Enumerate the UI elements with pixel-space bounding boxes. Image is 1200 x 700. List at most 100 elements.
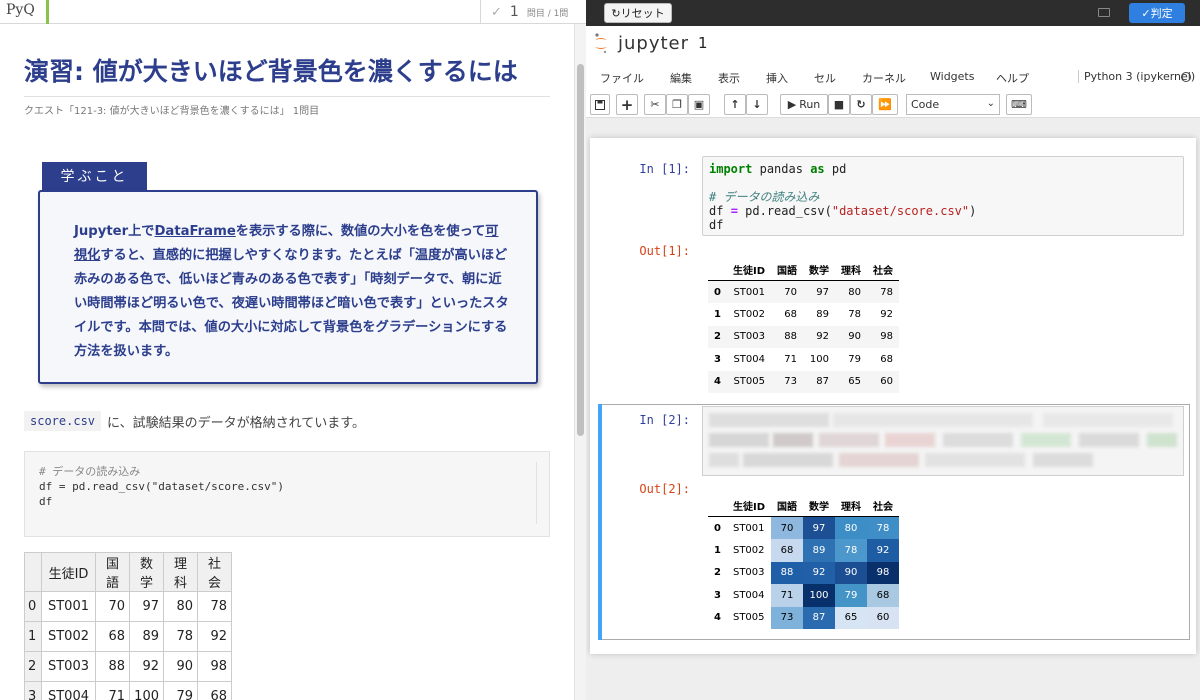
- table-cell: 92: [197, 621, 232, 652]
- menu-cell[interactable]: セル: [814, 70, 836, 86]
- example-code-block[interactable]: # データの読み込み df = pd.read_csv("dataset/sco…: [24, 451, 550, 537]
- jupyter-header: jupyter 1 ファイル 編集 表示 挿入 セル カーネル Widgets …: [586, 26, 1200, 118]
- move-up-button[interactable]: ↑: [724, 94, 746, 115]
- copy-button[interactable]: ❐: [666, 94, 688, 115]
- menu-file[interactable]: ファイル: [600, 70, 644, 86]
- interrupt-button[interactable]: ■: [828, 94, 850, 115]
- table-cell: 71: [95, 681, 130, 700]
- exercise-scrollbar[interactable]: [574, 24, 586, 700]
- import-alias: pd: [831, 162, 847, 176]
- df-cell: 92: [880, 308, 893, 320]
- df-header: 数学: [803, 258, 835, 281]
- df-cell: 92: [816, 331, 829, 343]
- save-button[interactable]: [590, 94, 610, 115]
- table-cell: 89: [129, 621, 164, 652]
- menu-insert[interactable]: 挿入: [766, 70, 788, 86]
- arrow-up-icon: ↑: [730, 98, 740, 111]
- quest-breadcrumb: クエスト「121-3: 値が大きいほど背景色を濃くするには」 1問目: [24, 106, 320, 117]
- cell1-comment: # データの読み込み: [709, 190, 820, 204]
- restart-button[interactable]: ↻: [850, 94, 872, 115]
- df-cell: 90: [848, 331, 861, 343]
- var-df: df: [709, 204, 724, 218]
- blurred-code: [819, 433, 879, 447]
- df-cell: ST005: [732, 612, 765, 624]
- cell2-input-blurred[interactable]: [702, 406, 1184, 476]
- command-palette-button[interactable]: ⌨: [1006, 94, 1032, 115]
- menu-edit[interactable]: 編集: [670, 70, 692, 86]
- blurred-code: [943, 433, 1013, 447]
- df-cell: 68: [784, 308, 797, 320]
- menu-help[interactable]: ヘルプ: [996, 70, 1029, 86]
- menu-kernel[interactable]: カーネル: [862, 70, 906, 86]
- cell-type-select[interactable]: Code ⌄: [906, 94, 1000, 115]
- df-index: 3: [714, 589, 721, 601]
- score-file-code: score.csv: [24, 411, 102, 431]
- blurred-code: [839, 453, 919, 467]
- paste-button[interactable]: ▣: [688, 94, 710, 115]
- jupyter-logo-icon: [595, 33, 607, 54]
- score-description: score.csv に、試験結果のデータが格納されています。: [24, 411, 365, 431]
- df-index: 3: [714, 353, 721, 365]
- table-header-row: 生徒ID 国語 数学 理科 社会: [24, 552, 232, 592]
- output-dataframe-styled: 生徒ID 国語 数学 理科 社会 0 ST001 70 97 80 78 1 ST002 68…: [708, 494, 899, 629]
- cell1-line4: df: [709, 218, 724, 232]
- insert-cell-button[interactable]: +: [616, 94, 638, 115]
- fast-forward-icon: ⏩: [878, 98, 892, 111]
- table-cell: 90: [163, 651, 198, 682]
- pyq-logo[interactable]: PyQ: [6, 2, 35, 18]
- df-gradient-cell: 78: [835, 539, 867, 562]
- menu-widgets[interactable]: Widgets: [930, 70, 974, 83]
- df-row: 1 ST002 68 89 78 92: [708, 303, 899, 326]
- cell1-line3: df = pd.read_csv("dataset/score.csv"): [709, 204, 1177, 218]
- df-cell: 65: [848, 376, 861, 388]
- chevron-down-icon: ⌄: [986, 98, 995, 109]
- df-gradient-cell: 97: [803, 516, 835, 539]
- df-header: 国語: [771, 258, 803, 281]
- learn-text-2: を表示する際に、数値の大小を色を使って: [235, 224, 486, 239]
- table-header: 国語: [95, 552, 130, 592]
- menu-view[interactable]: 表示: [718, 70, 740, 86]
- move-down-button[interactable]: ↓: [746, 94, 768, 115]
- toolbar: + ✂ ❐ ▣ ↑ ↓ ▶ Run ■ ↻ ⏩ Code ⌄ ⌨: [586, 94, 1200, 116]
- cell2-out-prompt: Out[2]:: [639, 482, 690, 496]
- notebook-title[interactable]: 1: [698, 34, 708, 52]
- df-cell: 71: [784, 353, 797, 365]
- scrollbar-thumb[interactable]: [577, 64, 584, 436]
- table-cell: 68: [95, 621, 130, 652]
- restart-run-all-button[interactable]: ⏩: [872, 94, 898, 115]
- save-icon: [595, 99, 605, 110]
- blurred-code: [743, 453, 833, 467]
- table-header: 理科: [163, 552, 198, 592]
- judge-button[interactable]: ✓判定: [1129, 3, 1185, 23]
- reset-button[interactable]: ↻リセット: [604, 3, 672, 23]
- table-cell: 70: [95, 591, 130, 622]
- blurred-code: [709, 453, 739, 467]
- df-cell: 80: [848, 286, 861, 298]
- df-cell: 73: [784, 376, 797, 388]
- df-header: 国語: [771, 494, 803, 517]
- df-cell: 98: [880, 331, 893, 343]
- dataframe-link[interactable]: DataFrame: [154, 224, 235, 239]
- call-end: ): [969, 204, 977, 218]
- code-line-comment: # データの読み込み: [39, 465, 141, 478]
- keyboard-icon[interactable]: [1098, 8, 1110, 17]
- jupyter-wordmark: jupyter: [618, 32, 690, 54]
- df-header: 理科: [835, 494, 867, 517]
- table-cell: 88: [95, 651, 130, 682]
- jupyter-logo[interactable]: jupyter: [594, 32, 689, 54]
- table-cell: 3: [24, 681, 42, 700]
- cell1-input[interactable]: import pandas as pd # データの読み込み df = pd.r…: [702, 156, 1184, 236]
- blurred-code: [1079, 433, 1139, 447]
- run-button[interactable]: ▶ Run: [780, 94, 828, 115]
- df-header: [708, 494, 727, 517]
- blurred-code: [885, 433, 935, 447]
- exercise-controls-bar: ↻リセット ✓判定: [586, 0, 1200, 26]
- question-counter[interactable]: ✓ 1 問目 / 1問: [480, 0, 586, 24]
- df-gradient-cell: 90: [835, 561, 867, 584]
- table-header: 生徒ID: [41, 552, 96, 592]
- df-header: 理科: [835, 258, 867, 281]
- df-header: 生徒ID: [726, 258, 771, 281]
- cut-button[interactable]: ✂: [644, 94, 666, 115]
- df-cell: ST003: [733, 331, 765, 343]
- df-cell: ST002: [733, 308, 765, 320]
